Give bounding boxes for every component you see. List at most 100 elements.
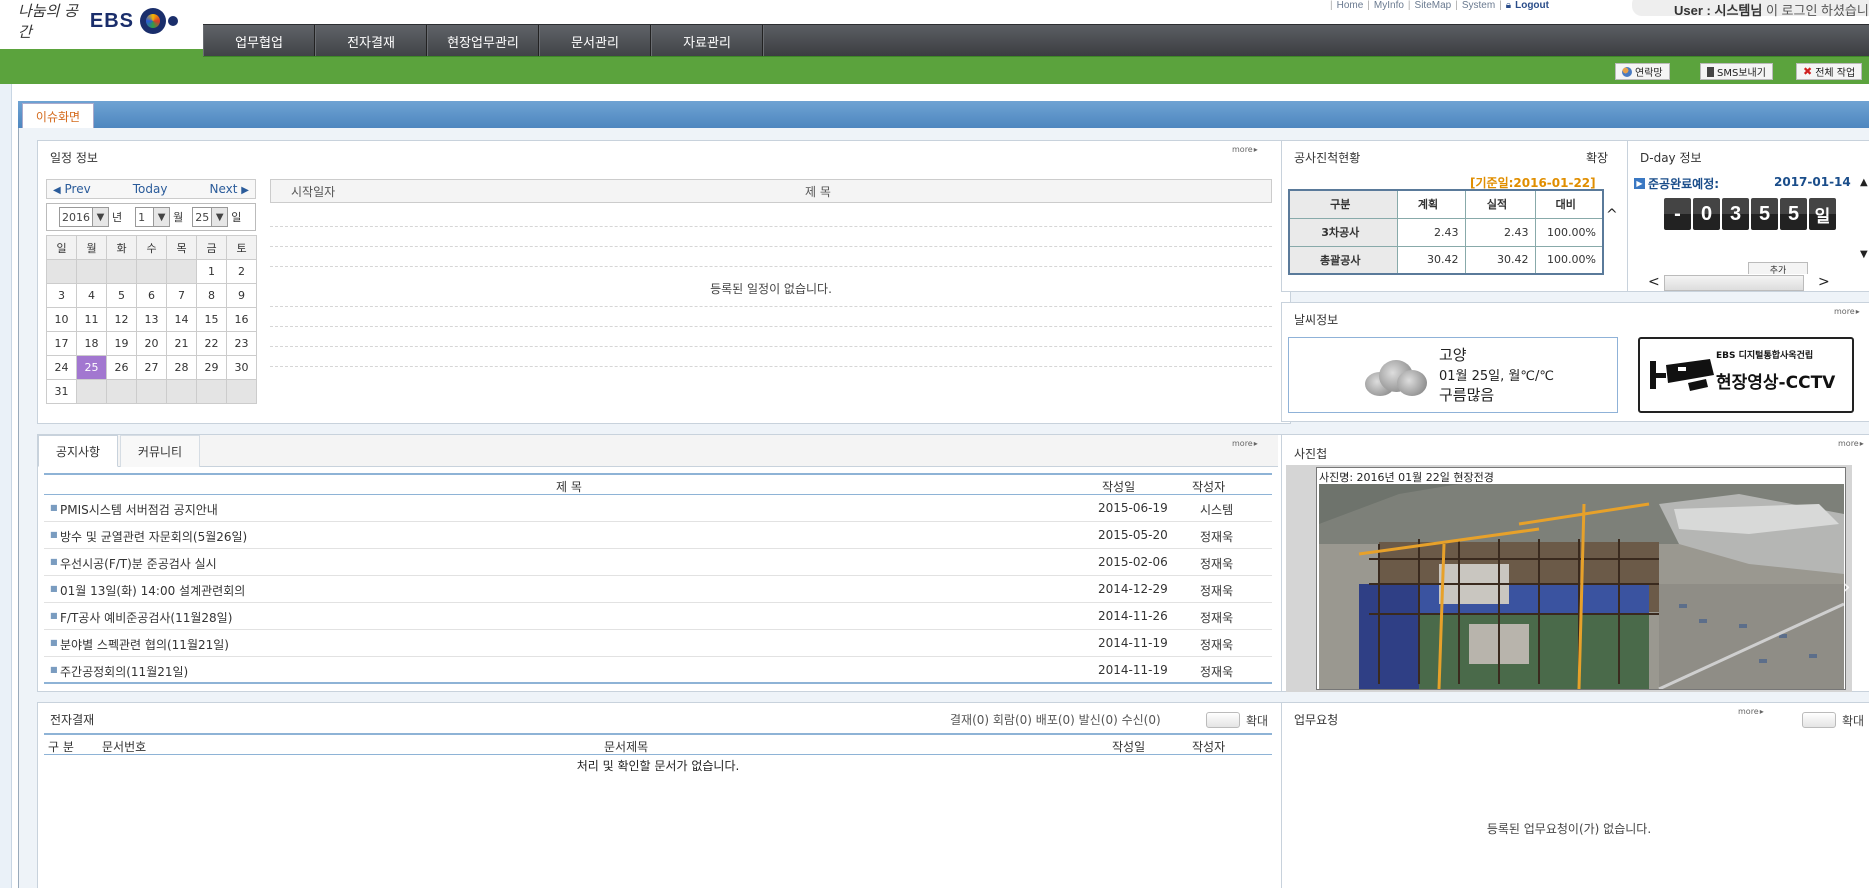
weather-more-link[interactable]: more: [1834, 307, 1860, 316]
calendar-day[interactable]: 14: [166, 307, 197, 332]
dday-digit: 3: [1722, 198, 1749, 230]
request-more-link[interactable]: more: [1738, 707, 1764, 716]
chevron-down-icon[interactable]: ▼: [1860, 249, 1868, 260]
dday-scrollbar[interactable]: [1664, 275, 1804, 291]
schedule-more-link[interactable]: more: [1232, 145, 1258, 154]
notice-title[interactable]: 주간공정회의(11월21일): [60, 663, 188, 680]
calendar-day[interactable]: 9: [226, 283, 257, 308]
calendar-day[interactable]: 26: [106, 355, 137, 380]
dday-add-button[interactable]: 추가: [1748, 262, 1808, 274]
nav-site-management[interactable]: 현장업무관리: [427, 25, 539, 57]
notice-title[interactable]: PMIS시스템 서버점검 공지안내: [60, 501, 218, 518]
calendar-day[interactable]: 5: [106, 283, 137, 308]
calendar-day[interactable]: 16: [226, 307, 257, 332]
calendar-day[interactable]: 6: [136, 283, 167, 308]
notice-table-header: 제 목 작성일 작성자: [44, 473, 1272, 495]
calendar-day[interactable]: 13: [136, 307, 167, 332]
notice-more-link[interactable]: more: [1232, 439, 1258, 448]
logout-link[interactable]: Logout: [1515, 0, 1549, 14]
calendar-day[interactable]: 30: [226, 355, 257, 380]
calendar-day[interactable]: 7: [166, 283, 197, 308]
calendar-day[interactable]: 20: [136, 331, 167, 356]
calendar-next-button[interactable]: Next ▶: [210, 182, 250, 196]
calendar-day[interactable]: 12: [106, 307, 137, 332]
approval-expand-toggle[interactable]: [1206, 712, 1240, 728]
arrow-right-icon: ▶: [1634, 178, 1645, 189]
col-title: 제 목: [556, 480, 582, 494]
notice-row[interactable]: ■ 01월 13일(화) 14:00 설계관련회의 2014-12-29 정재욱: [44, 576, 1272, 603]
chevron-left-icon[interactable]: <: [1648, 274, 1660, 290]
home-link[interactable]: Home: [1337, 0, 1364, 14]
calendar-day[interactable]: 4: [76, 283, 107, 308]
calendar-day[interactable]: 22: [196, 331, 227, 356]
calendar-day-today[interactable]: 25: [76, 355, 107, 380]
notice-title[interactable]: 방수 및 균열관련 자문회의(5월26일): [60, 528, 247, 545]
all-work-button[interactable]: ✖ 전체 작업: [1796, 63, 1863, 80]
dday-title: D-day 정보: [1640, 151, 1702, 165]
ebs-logo[interactable]: 나눔의 공간 EBS: [18, 2, 178, 41]
tab-community[interactable]: 커뮤니티: [120, 435, 200, 467]
photo-more-link[interactable]: more: [1838, 439, 1864, 448]
nav-collaboration[interactable]: 업무협업: [203, 25, 315, 57]
construction-site-image: [1319, 484, 1844, 689]
chevron-right-icon[interactable]: ›: [1842, 575, 1851, 600]
calendar-day[interactable]: 15: [196, 307, 227, 332]
calendar-day[interactable]: 18: [76, 331, 107, 356]
calendar-day[interactable]: 31: [46, 379, 77, 404]
notice-title[interactable]: 01월 13일(화) 14:00 설계관련회의: [60, 582, 245, 599]
approval-expand-button[interactable]: 확대: [1246, 712, 1268, 729]
cctv-link-button[interactable]: EBS 디지털통합사옥건립 현장영상-CCTV: [1638, 337, 1854, 413]
calendar-today-button[interactable]: Today: [133, 182, 168, 196]
year-select[interactable]: 2016 ▼: [59, 207, 109, 227]
calendar-day[interactable]: 8: [196, 283, 227, 308]
calendar-day[interactable]: 3: [46, 283, 77, 308]
sitemap-link[interactable]: SiteMap: [1415, 0, 1452, 14]
calendar-day[interactable]: 29: [196, 355, 227, 380]
site-photo[interactable]: [1319, 484, 1844, 689]
calendar-day[interactable]: 24: [46, 355, 77, 380]
calendar-day[interactable]: 27: [136, 355, 167, 380]
request-expand-toggle[interactable]: [1802, 712, 1836, 728]
notice-row[interactable]: ■ 방수 및 균열관련 자문회의(5월26일) 2015-05-20 정재욱: [44, 522, 1272, 549]
calendar-day[interactable]: 2: [226, 259, 257, 284]
system-link[interactable]: System: [1462, 0, 1495, 14]
tab-notice[interactable]: 공지사항: [38, 435, 118, 467]
nav-document-management[interactable]: 문서관리: [539, 25, 651, 57]
chevron-right-icon[interactable]: >: [1818, 274, 1830, 290]
notice-title[interactable]: 우선시공(F/T)분 준공검사 실시: [60, 555, 217, 572]
calendar-day[interactable]: 19: [106, 331, 137, 356]
calendar-day[interactable]: 21: [166, 331, 197, 356]
month-select[interactable]: 1 ▼: [135, 207, 171, 227]
calendar-prev-button[interactable]: ◀ Prev: [53, 182, 91, 196]
notice-row[interactable]: ■ 주간공정회의(11월21일) 2014-11-19 정재욱: [44, 657, 1272, 684]
notice-row[interactable]: ■ F/T공사 예비준공검사(11월28일) 2014-11-26 정재욱: [44, 603, 1272, 630]
chevron-up-icon[interactable]: ▲: [1860, 177, 1868, 188]
nav-e-approval[interactable]: 전자결재: [315, 25, 427, 57]
day-select[interactable]: 25 ▼: [192, 207, 229, 227]
request-expand-button[interactable]: 확대: [1842, 712, 1864, 729]
calendar-day[interactable]: 17: [46, 331, 77, 356]
chevron-up-icon[interactable]: ^: [1606, 207, 1618, 223]
close-icon: ✖: [1803, 65, 1813, 78]
progress-expand-button[interactable]: 확장: [1586, 149, 1608, 166]
progress-actual-value: 30.42: [1464, 245, 1536, 275]
calendar-day[interactable]: 11: [76, 307, 107, 332]
notice-title[interactable]: 분야별 스펙관련 협의(11월21일): [60, 636, 229, 653]
notice-title[interactable]: F/T공사 예비준공검사(11월28일): [60, 609, 232, 626]
calendar-day[interactable]: 28: [166, 355, 197, 380]
notice-row[interactable]: ■ 분야별 스펙관련 협의(11월21일) 2014-11-19 정재욱: [44, 630, 1272, 657]
calendar-day[interactable]: 23: [226, 331, 257, 356]
sms-button[interactable]: SMS보내기: [1700, 63, 1773, 80]
calendar-day[interactable]: 10: [46, 307, 77, 332]
calendar-grid: 일 월 화 수 목 금 토 1 2 3 4 5 6 7 8 9 10 11 12…: [46, 235, 257, 404]
notice-row[interactable]: ■ PMIS시스템 서버점검 공지안내 2015-06-19 시스템: [44, 495, 1272, 522]
notice-row[interactable]: ■ 우선시공(F/T)분 준공검사 실시 2015-02-06 정재욱: [44, 549, 1272, 576]
progress-ratio-value: 100.00%: [1534, 217, 1604, 247]
approval-counts[interactable]: 결재(0) 회람(0) 배포(0) 발신(0) 수신(0): [950, 711, 1161, 728]
nav-data-management[interactable]: 자료관리: [651, 25, 763, 57]
calendar-day[interactable]: 1: [196, 259, 227, 284]
myinfo-link[interactable]: MyInfo: [1374, 0, 1404, 14]
contacts-button[interactable]: 연락망: [1615, 63, 1670, 80]
user-suffix: 이 로그인 하셨습니다: [1765, 3, 1869, 18]
tab-issue-screen[interactable]: 이슈화면: [22, 103, 94, 128]
